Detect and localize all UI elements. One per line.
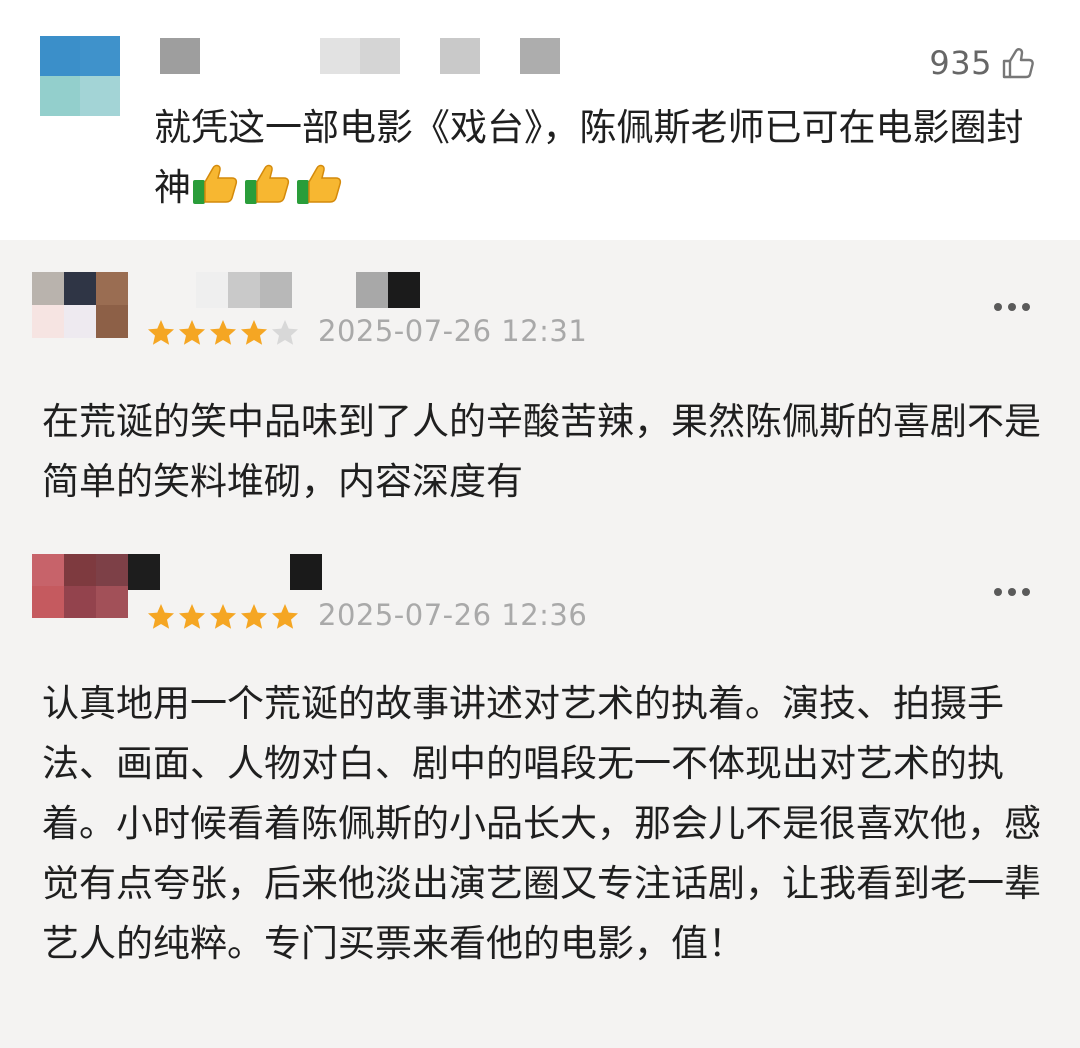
top-comment-text: 就凭这一部电影《戏台》，陈佩斯老师已可在电影圈封神 <box>154 98 1044 218</box>
star-filled-icon <box>210 604 236 629</box>
star-filled-icon <box>241 320 267 345</box>
review-text: 在荒诞的笑中品味到了人的辛酸苦辣，果然陈佩斯的喜剧不是简单的笑料堆砌，内容深度有 <box>42 400 1041 503</box>
like-button[interactable]: 935 <box>929 44 1036 82</box>
avatar[interactable] <box>32 272 128 338</box>
more-options-button[interactable] <box>994 588 1030 596</box>
review-date: 2025-07-26 12:36 <box>318 598 588 632</box>
star-rating <box>146 602 300 632</box>
more-dot <box>1008 588 1016 596</box>
thumbs-up-outline-icon[interactable] <box>1000 45 1036 81</box>
username-redacted[interactable] <box>128 554 322 590</box>
top-comment: 935 就凭这一部电影《戏台》，陈佩斯老师已可在电影圈封神 <box>0 0 1080 240</box>
star-filled-icon <box>241 604 267 629</box>
star-filled-icon <box>272 604 298 629</box>
star-filled-icon <box>210 320 236 345</box>
star-filled-icon <box>148 320 174 345</box>
emoji-row <box>191 164 347 209</box>
more-dot <box>1008 303 1016 311</box>
star-empty-icon <box>272 320 298 345</box>
more-options-button[interactable] <box>994 303 1030 311</box>
star-rating <box>146 318 300 348</box>
thumbs-up-emoji-icon <box>245 164 290 204</box>
more-dot <box>1022 303 1030 311</box>
review-date: 2025-07-26 12:31 <box>318 314 588 348</box>
star-filled-icon <box>148 604 174 629</box>
review-text: 认真地用一个荒诞的故事讲述对艺术的执着。演技、拍摄手法、画面、人物对白、剧中的唱… <box>42 682 1041 965</box>
avatar[interactable] <box>32 554 128 618</box>
username-redacted[interactable] <box>160 38 560 74</box>
avatar[interactable] <box>40 36 120 116</box>
like-count: 935 <box>929 44 992 82</box>
more-dot <box>994 588 1002 596</box>
thumbs-up-emoji-icon <box>193 164 238 204</box>
username-redacted[interactable] <box>196 272 420 308</box>
thumbs-up-emoji-icon <box>297 164 342 204</box>
star-filled-icon <box>179 320 205 345</box>
star-filled-icon <box>179 604 205 629</box>
more-dot <box>994 303 1002 311</box>
more-dot <box>1022 588 1030 596</box>
